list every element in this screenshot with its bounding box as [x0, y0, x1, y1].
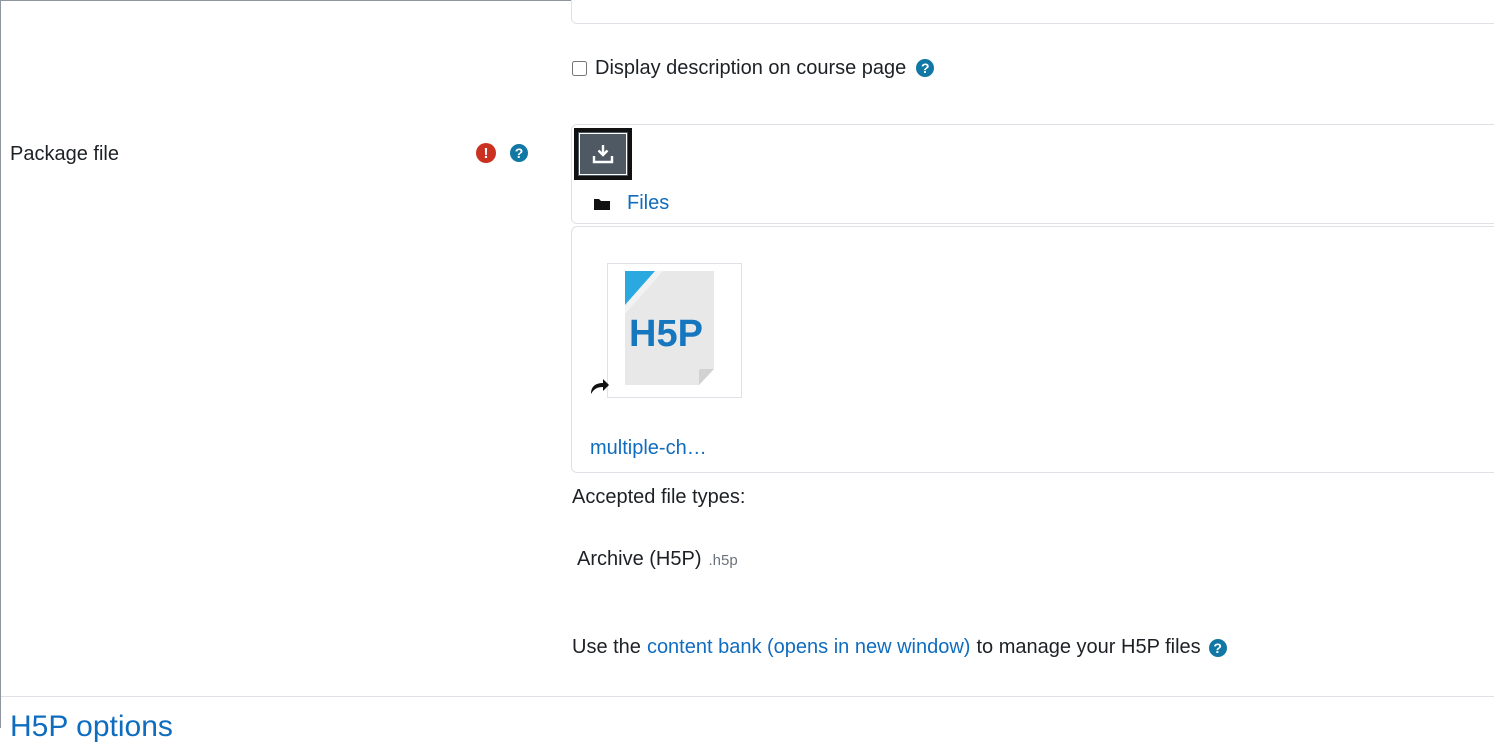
add-file-button[interactable] [574, 128, 632, 180]
download-tray-icon [592, 145, 614, 164]
content-bank-link[interactable]: content bank (opens in new window) [647, 636, 971, 659]
accepted-type-extension: .h5p [708, 552, 738, 569]
files-folder-link[interactable]: Files [593, 192, 669, 215]
accepted-type-name: Archive (H5P) [577, 548, 702, 570]
share-arrow-icon [591, 379, 609, 394]
package-file-label: Package file [10, 143, 119, 165]
file-thumbnail[interactable]: H5P [607, 263, 742, 398]
h5p-options-heading[interactable]: H5P options [10, 710, 173, 744]
accepted-file-types-title: Accepted file types: [572, 486, 746, 508]
file-name-link[interactable]: multiple-ch… [590, 437, 707, 460]
display-description-checkbox[interactable] [572, 60, 587, 76]
display-description-row: Display description on course page ? [572, 55, 935, 81]
content-bank-help-row: Use the content bank (opens in new windo… [572, 636, 1227, 659]
question-circle-icon[interactable]: ? [1208, 638, 1227, 657]
content-bank-after-text: to manage your H5P files [976, 636, 1201, 658]
h5p-file-icon: H5P [625, 271, 714, 385]
display-description-label: Display description on course page [595, 56, 907, 79]
svg-text:H5P: H5P [629, 313, 703, 355]
question-circle-icon[interactable]: ? [916, 59, 935, 77]
question-circle-icon[interactable]: ? [510, 144, 528, 162]
exclamation-circle-icon: ! [476, 143, 496, 163]
package-file-icons: ! ? [476, 143, 528, 163]
file-picker-toolbar: Files [571, 124, 1494, 224]
description-editor-bottom[interactable] [571, 0, 1494, 24]
section-divider [1, 696, 1494, 697]
selected-files-area[interactable]: H5P multiple-ch… [571, 226, 1494, 473]
files-label: Files [627, 192, 670, 214]
folder-icon [594, 198, 610, 210]
selected-file-card[interactable]: H5P multiple-ch… [585, 240, 765, 460]
content-bank-before-text: Use the [572, 636, 641, 658]
accepted-file-type: Archive (H5P) .h5p [577, 548, 738, 571]
